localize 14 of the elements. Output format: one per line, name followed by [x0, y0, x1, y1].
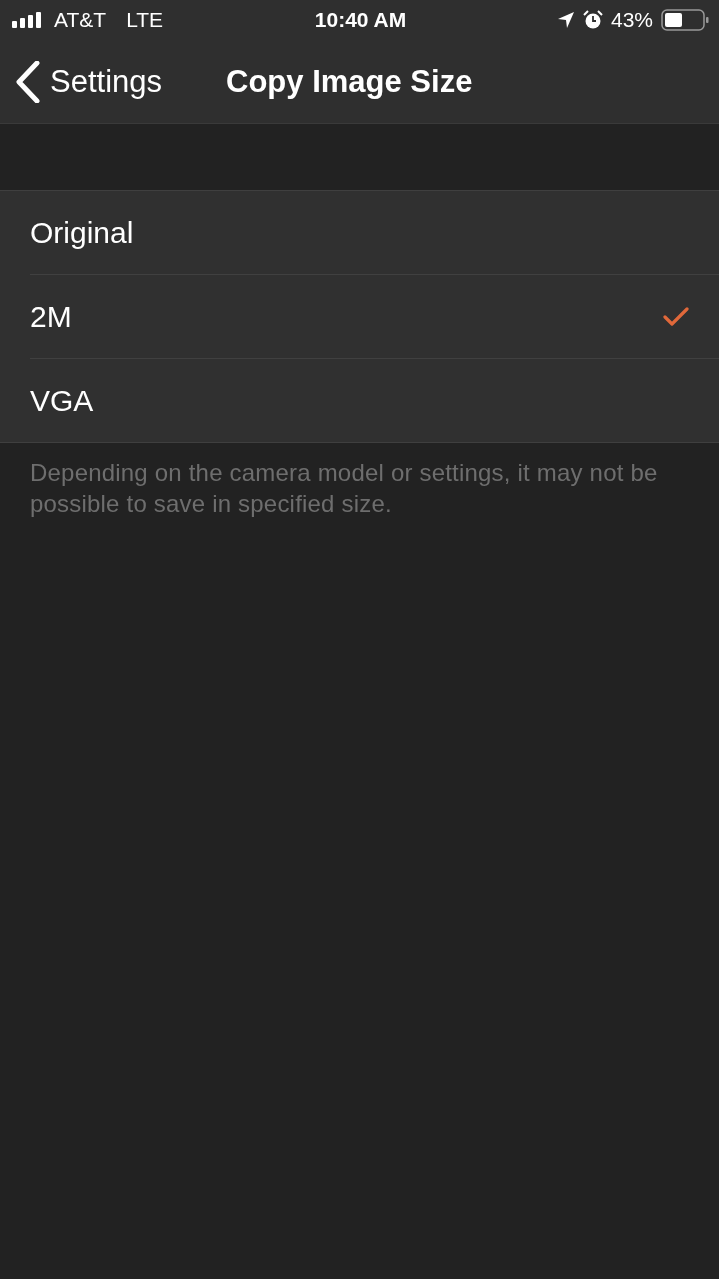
option-row[interactable]: VGA: [0, 359, 719, 442]
alarm-clock-icon: [582, 10, 603, 30]
network-type: LTE: [126, 8, 164, 32]
option-row[interactable]: Original: [0, 191, 719, 275]
clock-time: 10:40 AM: [314, 8, 407, 32]
carrier-name: AT&T: [54, 8, 107, 32]
battery-percentage: 43%: [610, 8, 653, 32]
option-row[interactable]: 2M: [0, 275, 719, 359]
footer-note: Depending on the camera model or settings, it may not be possible to save in specified size.: [30, 458, 659, 519]
back-button[interactable]: Settings: [0, 60, 162, 103]
chevron-left-icon: [16, 60, 40, 103]
battery-icon: [661, 9, 709, 31]
screen-title: Copy Image Size: [226, 63, 473, 100]
location-arrow-icon: [556, 11, 575, 29]
